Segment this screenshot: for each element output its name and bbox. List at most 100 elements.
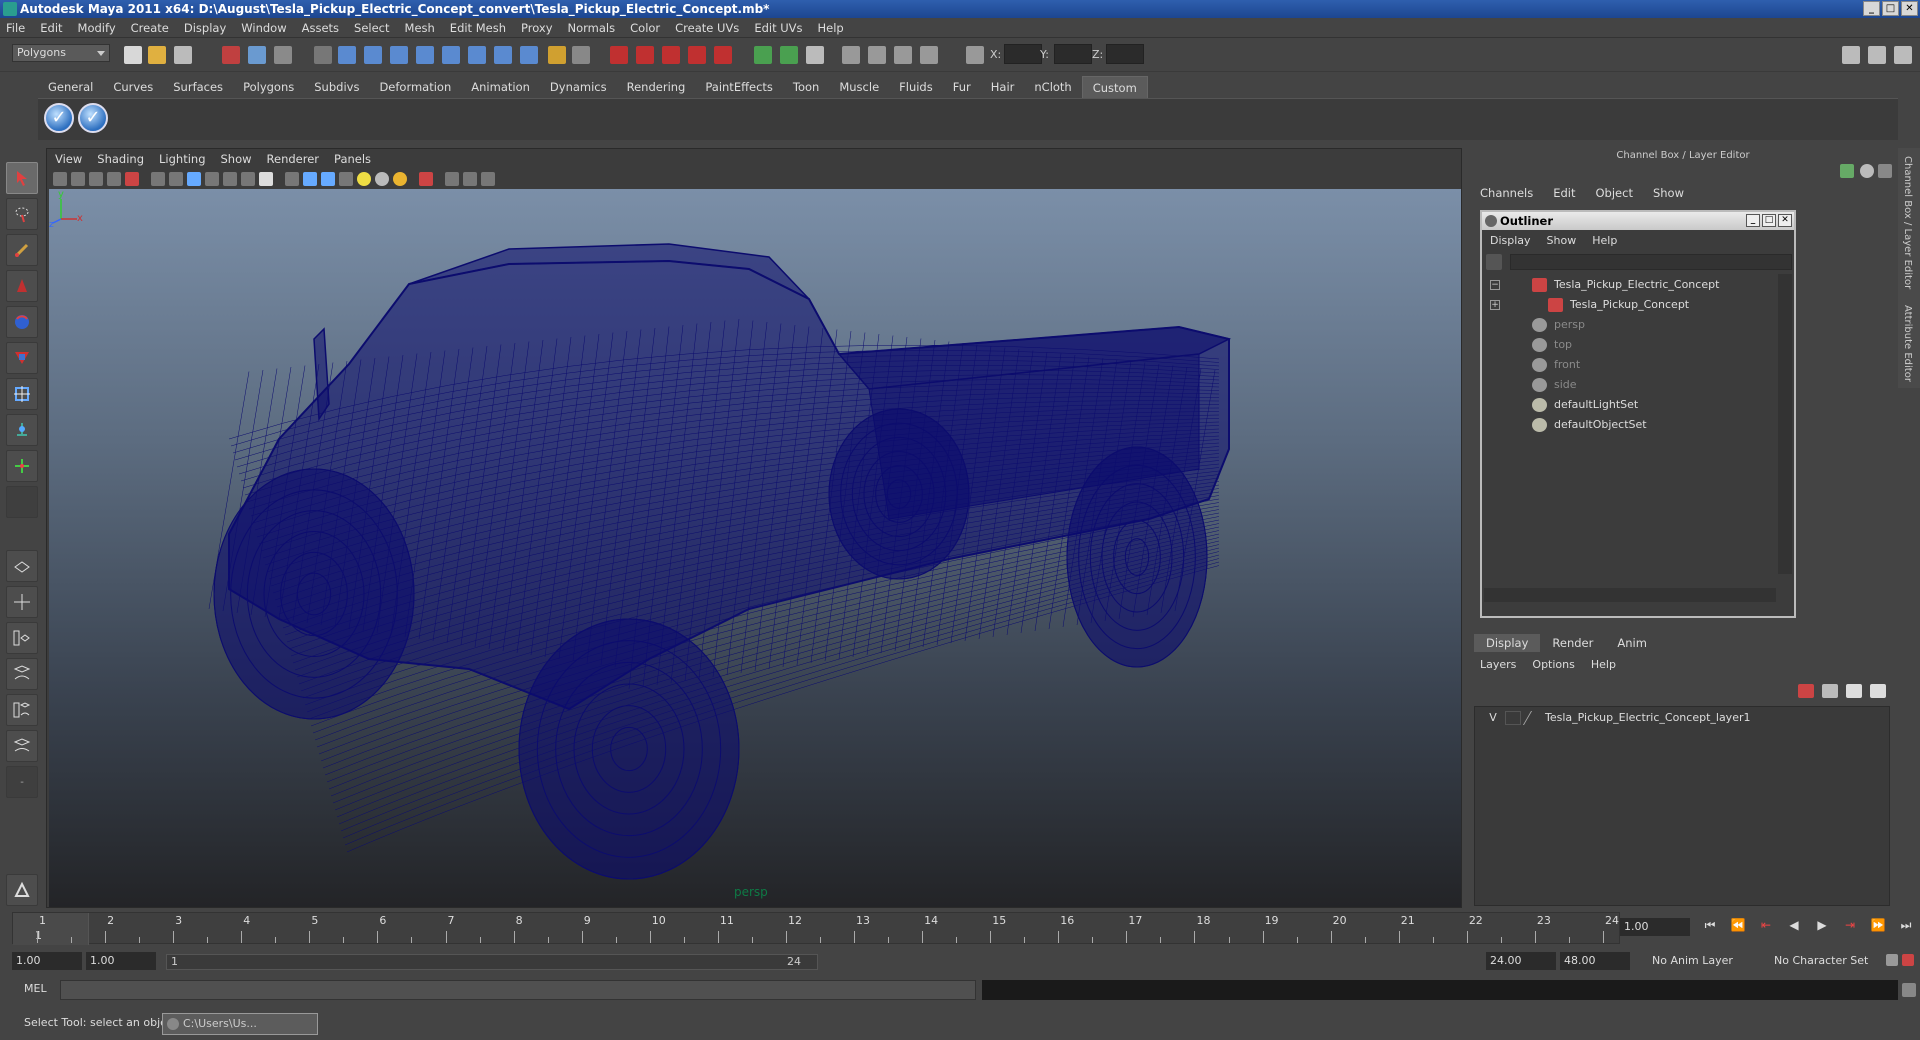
wireframe-toggle-icon[interactable] — [463, 172, 477, 186]
range-slider[interactable]: 1 24 — [166, 954, 818, 970]
wireframe-shading-icon[interactable] — [285, 172, 299, 186]
select-camera-icon[interactable] — [53, 172, 67, 186]
play-backwards-button[interactable]: ◀ — [1784, 918, 1804, 933]
xray-icon[interactable] — [419, 172, 433, 186]
step-back-frame-button[interactable]: ⇤ — [1756, 918, 1776, 933]
rotate-tool-icon[interactable] — [6, 306, 38, 338]
camera-attributes-icon[interactable] — [71, 172, 85, 186]
channel-box-toggle-icon[interactable] — [1894, 46, 1912, 64]
menu-modify[interactable]: Modify — [78, 21, 116, 35]
persp-outliner-layout-icon[interactable] — [6, 622, 38, 654]
lock-selection-icon[interactable] — [314, 46, 332, 64]
layer-row[interactable]: V Tesla_Pickup_Electric_Concept_layer1 — [1477, 709, 1887, 727]
menu-create-uvs[interactable]: Create UVs — [675, 21, 739, 35]
viewport-menu-lighting[interactable]: Lighting — [159, 152, 205, 166]
new-layer-selected-icon[interactable] — [1870, 684, 1886, 698]
outliner-vertical-scrollbar[interactable] — [1778, 274, 1792, 574]
menu-create[interactable]: Create — [131, 21, 169, 35]
select-misc-icon[interactable] — [520, 46, 538, 64]
isolate-select-icon[interactable] — [445, 172, 459, 186]
preferences-icon[interactable] — [1902, 954, 1914, 966]
layer-tab-render[interactable]: Render — [1540, 634, 1605, 652]
snap-view-plane-icon[interactable] — [688, 46, 706, 64]
channel-icon-3[interactable] — [1878, 164, 1892, 178]
outliner-minimize-button[interactable]: _ — [1746, 214, 1760, 227]
play-forwards-button[interactable]: ▶ — [1812, 918, 1832, 933]
make-live-icon[interactable] — [714, 46, 732, 64]
layer-playback-toggle[interactable] — [1505, 711, 1521, 725]
shelf-tab-subdivs[interactable]: Subdivs — [304, 76, 369, 98]
grid-toggle-icon[interactable] — [151, 172, 165, 186]
render-settings-icon[interactable] — [920, 46, 938, 64]
scale-tool-icon[interactable] — [6, 342, 38, 374]
show-menu[interactable]: Show — [1653, 186, 1684, 204]
menu-edit-mesh[interactable]: Edit Mesh — [450, 21, 506, 35]
shelf-tab-curves[interactable]: Curves — [103, 76, 163, 98]
shelf-tab-animation[interactable]: Animation — [461, 76, 540, 98]
menu-display[interactable]: Display — [184, 21, 226, 35]
toggle-sidebar-icon[interactable] — [1842, 46, 1860, 64]
layer-visibility-toggle[interactable]: V — [1485, 709, 1501, 727]
outliner-maximize-button[interactable]: □ — [1762, 214, 1776, 227]
key-icon[interactable] — [1886, 954, 1898, 966]
x-field[interactable] — [1004, 44, 1042, 64]
menu-color[interactable]: Color — [630, 21, 660, 35]
minimized-window[interactable]: C:\Users\Us... — [162, 1013, 318, 1035]
menu-file[interactable]: File — [6, 21, 25, 35]
outliner-horizontal-scrollbar[interactable] — [1484, 588, 1776, 602]
menu-normals[interactable]: Normals — [568, 21, 616, 35]
resolution-gate-icon[interactable] — [187, 172, 201, 186]
image-plane-icon[interactable] — [107, 172, 121, 186]
select-deformation-icon[interactable] — [442, 46, 460, 64]
new-scene-icon[interactable] — [124, 46, 142, 64]
3d-scene[interactable]: persp y x z — [49, 189, 1461, 907]
layout-menu-icon[interactable]: - — [6, 766, 38, 798]
playback-start-field[interactable]: 1.00 — [86, 952, 156, 970]
shelf-tab-general[interactable]: General — [38, 76, 103, 98]
outliner-close-button[interactable]: ✕ — [1778, 214, 1792, 227]
outliner-menu-display[interactable]: Display — [1490, 232, 1531, 250]
script-editor-icon[interactable] — [1902, 983, 1916, 997]
playback-end-field[interactable]: 24.00 — [1486, 952, 1556, 970]
layer-tab-display[interactable]: Display — [1474, 634, 1541, 652]
render-frame-icon[interactable] — [868, 46, 886, 64]
shelf-tab-hair[interactable]: Hair — [981, 76, 1025, 98]
outliner-expand-toggle[interactable]: − — [1490, 280, 1500, 290]
shelf-tab-fur[interactable]: Fur — [943, 76, 981, 98]
command-language-label[interactable]: MEL — [24, 982, 47, 995]
input-ops-icon[interactable] — [754, 46, 772, 64]
outliner-title-bar[interactable]: Outliner _ □ ✕ — [1482, 212, 1794, 230]
shelf-tab-polygons[interactable]: Polygons — [233, 76, 304, 98]
menu-assets[interactable]: Assets — [302, 21, 339, 35]
channel-icon-1[interactable] — [1840, 164, 1854, 178]
character-set-dropdown[interactable]: No Character Set — [1770, 952, 1880, 970]
persp-outliner-graph-layout-icon[interactable] — [6, 694, 38, 726]
shadows-icon[interactable] — [393, 172, 407, 186]
paint-select-tool-icon[interactable] — [6, 234, 38, 266]
current-frame-marker[interactable]: 1 — [13, 913, 89, 945]
show-manipulator-icon[interactable] — [6, 450, 38, 482]
default-lighting-icon[interactable] — [357, 172, 371, 186]
select-handle-icon[interactable] — [338, 46, 356, 64]
menu-proxy[interactable]: Proxy — [521, 21, 553, 35]
select-dynamic-icon[interactable] — [468, 46, 486, 64]
soft-mod-tool-icon[interactable] — [6, 414, 38, 446]
lasso-tool-icon[interactable] — [6, 198, 38, 230]
ipr-render-icon[interactable] — [894, 46, 912, 64]
menu-edit-uvs[interactable]: Edit UVs — [754, 21, 802, 35]
move-layer-down-icon[interactable] — [1822, 684, 1838, 698]
channels-menu[interactable]: Channels — [1480, 186, 1533, 204]
outliner-item[interactable]: defaultObjectSet — [1484, 416, 1774, 434]
menu-edit[interactable]: Edit — [40, 21, 62, 35]
shelf-tab-toon[interactable]: Toon — [783, 76, 829, 98]
quick-layout-icon[interactable] — [6, 874, 38, 906]
anim-layer-dropdown[interactable]: No Anim Layer — [1648, 952, 1758, 970]
highlight-selection-icon[interactable] — [572, 46, 590, 64]
outliner-item[interactable]: side — [1484, 376, 1774, 394]
viewport-menu-renderer[interactable]: Renderer — [267, 152, 320, 166]
time-slider[interactable]: 1 1 2 3 4 5 6 7 8 9 10 11 12 13 14 15 16 17 18 19 20 21 22 23 2… — [12, 912, 1620, 945]
persp-graph-layout-icon[interactable] — [6, 658, 38, 690]
layer-name[interactable]: Tesla_Pickup_Electric_Concept_layer1 — [1545, 709, 1750, 727]
lock-icon[interactable] — [548, 46, 566, 64]
bookmarks-icon[interactable] — [89, 172, 103, 186]
